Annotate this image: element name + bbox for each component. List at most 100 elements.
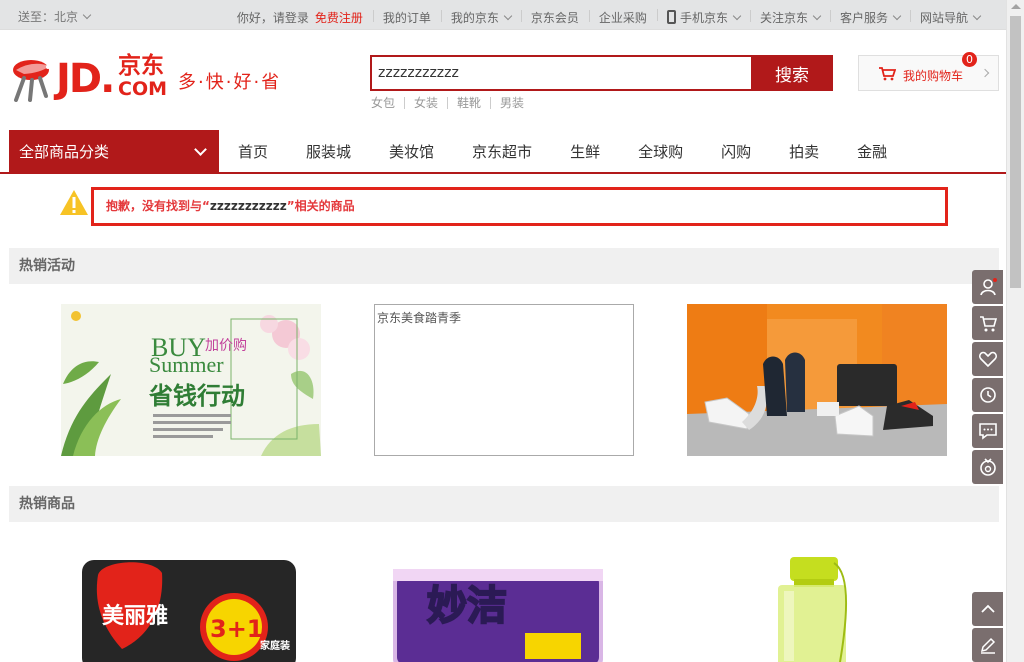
hot-activities-header: 热销活动 bbox=[9, 248, 999, 284]
scrollbar-thumb[interactable] bbox=[1010, 16, 1021, 288]
chevron-down-icon bbox=[732, 11, 742, 21]
location-label: 送至：北京 bbox=[18, 10, 79, 24]
enterprise-link[interactable]: 企业采购 bbox=[588, 9, 657, 26]
user-icon bbox=[980, 278, 997, 296]
product-brand-text: 妙洁 bbox=[427, 583, 507, 629]
register-link[interactable]: 免费注册 bbox=[315, 9, 373, 26]
product-badge-text: 3+1 bbox=[210, 615, 264, 643]
chevron-down-icon bbox=[972, 11, 982, 20]
chevron-down-icon bbox=[503, 11, 513, 20]
vertical-scrollbar[interactable] bbox=[1006, 0, 1024, 662]
customer-service-menu[interactable]: 客户服务 bbox=[829, 9, 910, 26]
toolbar-cart[interactable] bbox=[972, 306, 1003, 340]
toolbar-favorites[interactable] bbox=[972, 342, 1003, 376]
toolbar-back-to-top[interactable] bbox=[972, 592, 1003, 626]
toolbar-history[interactable] bbox=[972, 378, 1003, 412]
chevron-down-icon bbox=[194, 143, 207, 156]
mobile-jd-menu[interactable]: 手机京东 bbox=[656, 8, 750, 26]
nav-links: 首页 服装城 美妆馆 京东超市 生鲜 全球购 闪购 拍卖 金融 bbox=[219, 130, 906, 174]
toolbar-my-account[interactable] bbox=[972, 270, 1003, 304]
hot-keyword-link[interactable]: 女装 bbox=[404, 97, 447, 109]
chevron-down-icon bbox=[892, 11, 902, 20]
jd-dog-mascot-icon bbox=[13, 60, 50, 102]
product-sub-text: 家庭装 bbox=[260, 639, 290, 652]
mobile-jd-label: 手机京东 bbox=[679, 11, 728, 25]
site-nav-label: 网站导航 bbox=[919, 10, 968, 25]
follow-jd-label: 关注京东 bbox=[759, 10, 808, 25]
nav-link-fresh[interactable]: 生鲜 bbox=[551, 130, 619, 174]
nav-link-supermarket[interactable]: 京东超市 bbox=[453, 130, 551, 174]
jd-logo-letters: JD. bbox=[56, 56, 115, 102]
promo-banner-shoes[interactable] bbox=[687, 304, 947, 456]
garbage-bag-product-image: 美丽雅 3+1 家庭装 bbox=[82, 560, 296, 662]
nav-link-auction[interactable]: 拍卖 bbox=[770, 130, 838, 174]
chevron-down-icon bbox=[82, 10, 92, 20]
heart-icon bbox=[978, 351, 998, 368]
promo-banner-food[interactable]: 京东美食踏青季 bbox=[374, 304, 634, 456]
header: JD. 京东 COM 多·快·好·省 搜索 女包 女装 鞋靴 男装 我的购物车 … bbox=[0, 30, 1006, 130]
nav-link-flash[interactable]: 闪购 bbox=[702, 130, 770, 174]
scroll-up-arrow-icon[interactable] bbox=[1011, 4, 1021, 9]
promo-summer-text: Summer bbox=[149, 352, 224, 377]
cart-count-badge: 0 bbox=[962, 52, 977, 67]
search-bar: 搜索 bbox=[370, 55, 833, 91]
hot-keyword-link[interactable]: 鞋靴 bbox=[447, 97, 490, 109]
history-icon bbox=[980, 387, 996, 403]
hot-products-header: 热销商品 bbox=[9, 486, 999, 522]
pencil-icon bbox=[980, 637, 996, 654]
my-orders-link[interactable]: 我的订单 bbox=[372, 9, 441, 26]
product-card[interactable]: 妙洁 bbox=[393, 545, 607, 662]
notice-prefix: 抱歉，没有找到与“ bbox=[106, 199, 210, 213]
hot-keyword-link[interactable]: 男装 bbox=[490, 97, 533, 109]
search-input[interactable] bbox=[372, 57, 751, 89]
my-jd-label: 我的京东 bbox=[450, 10, 499, 25]
top-nav: 你好，请登录 免费注册 我的订单 我的京东 京东会员 企业采购 手机京东 关注京… bbox=[227, 8, 990, 26]
nav-link-home[interactable]: 首页 bbox=[219, 130, 287, 174]
product-card[interactable] bbox=[770, 545, 850, 662]
promo-banner-summer[interactable]: BUY 加价购 Summer 省钱行动 bbox=[61, 304, 321, 456]
cart-label: 我的购物车 bbox=[903, 69, 964, 83]
cart-icon bbox=[879, 67, 896, 81]
shopping-cart-button[interactable]: 我的购物车 0 bbox=[858, 52, 999, 91]
jd-logo[interactable]: JD. 京东 COM 多·快·好·省 bbox=[10, 54, 280, 106]
miaojie-bag-product-image: 妙洁 bbox=[393, 569, 603, 662]
follow-jd-menu[interactable]: 关注京东 bbox=[749, 9, 830, 26]
nav-link-global[interactable]: 全球购 bbox=[619, 130, 702, 174]
login-link[interactable]: 你好，请登录 bbox=[227, 9, 315, 26]
coupon-icon bbox=[980, 458, 996, 476]
cart-icon bbox=[980, 316, 998, 332]
jd-search-page: 送至：北京 你好，请登录 免费注册 我的订单 我的京东 京东会员 企业采购 手机… bbox=[0, 0, 1024, 662]
jd-member-link[interactable]: 京东会员 bbox=[520, 9, 589, 26]
shoes-promo-image bbox=[687, 304, 947, 456]
toolbar-feedback[interactable] bbox=[972, 628, 1003, 662]
jd-logo-chinese: 京东 bbox=[118, 53, 164, 79]
no-results-notice: 抱歉，没有找到与“zzzzzzzzzzz”相关的商品 bbox=[91, 187, 948, 226]
search-button[interactable]: 搜索 bbox=[751, 55, 833, 91]
notice-keyword: zzzzzzzzzzz bbox=[209, 199, 287, 213]
promo-headline-text: 省钱行动 bbox=[148, 382, 245, 410]
promo-image-alt-text: 京东美食踏青季 bbox=[377, 311, 462, 325]
chat-icon bbox=[979, 423, 997, 440]
chevron-up-icon bbox=[981, 604, 995, 613]
customer-service-label: 客户服务 bbox=[839, 10, 888, 25]
nav-link-clothing[interactable]: 服装城 bbox=[287, 130, 370, 174]
delivery-location[interactable]: 送至：北京 bbox=[18, 8, 92, 25]
warning-icon bbox=[60, 190, 88, 215]
toolbar-coupons[interactable] bbox=[972, 450, 1003, 484]
my-jd-menu[interactable]: 我的京东 bbox=[440, 9, 521, 26]
summer-promo-image: BUY 加价购 Summer 省钱行动 bbox=[61, 311, 321, 456]
product-card[interactable]: 美丽雅 3+1 家庭装 bbox=[82, 545, 296, 662]
site-nav-menu[interactable]: 网站导航 bbox=[909, 9, 990, 26]
notice-suffix: ”相关的商品 bbox=[286, 199, 355, 213]
all-categories-button[interactable]: 全部商品分类 bbox=[9, 130, 219, 174]
top-bar: 送至：北京 你好，请登录 免费注册 我的订单 我的京东 京东会员 企业采购 手机… bbox=[0, 0, 1006, 30]
product-brand-text: 美丽雅 bbox=[102, 603, 168, 629]
hot-keyword-link[interactable]: 女包 bbox=[371, 97, 404, 109]
jd-logo-com: COM bbox=[118, 78, 168, 100]
phone-icon bbox=[666, 10, 676, 24]
nav-link-beauty[interactable]: 美妆馆 bbox=[370, 130, 453, 174]
toolbar-messages[interactable] bbox=[972, 414, 1003, 448]
all-categories-label: 全部商品分类 bbox=[19, 143, 110, 161]
nav-link-finance[interactable]: 金融 bbox=[838, 130, 906, 174]
hot-keywords: 女包 女装 鞋靴 男装 bbox=[371, 97, 533, 109]
